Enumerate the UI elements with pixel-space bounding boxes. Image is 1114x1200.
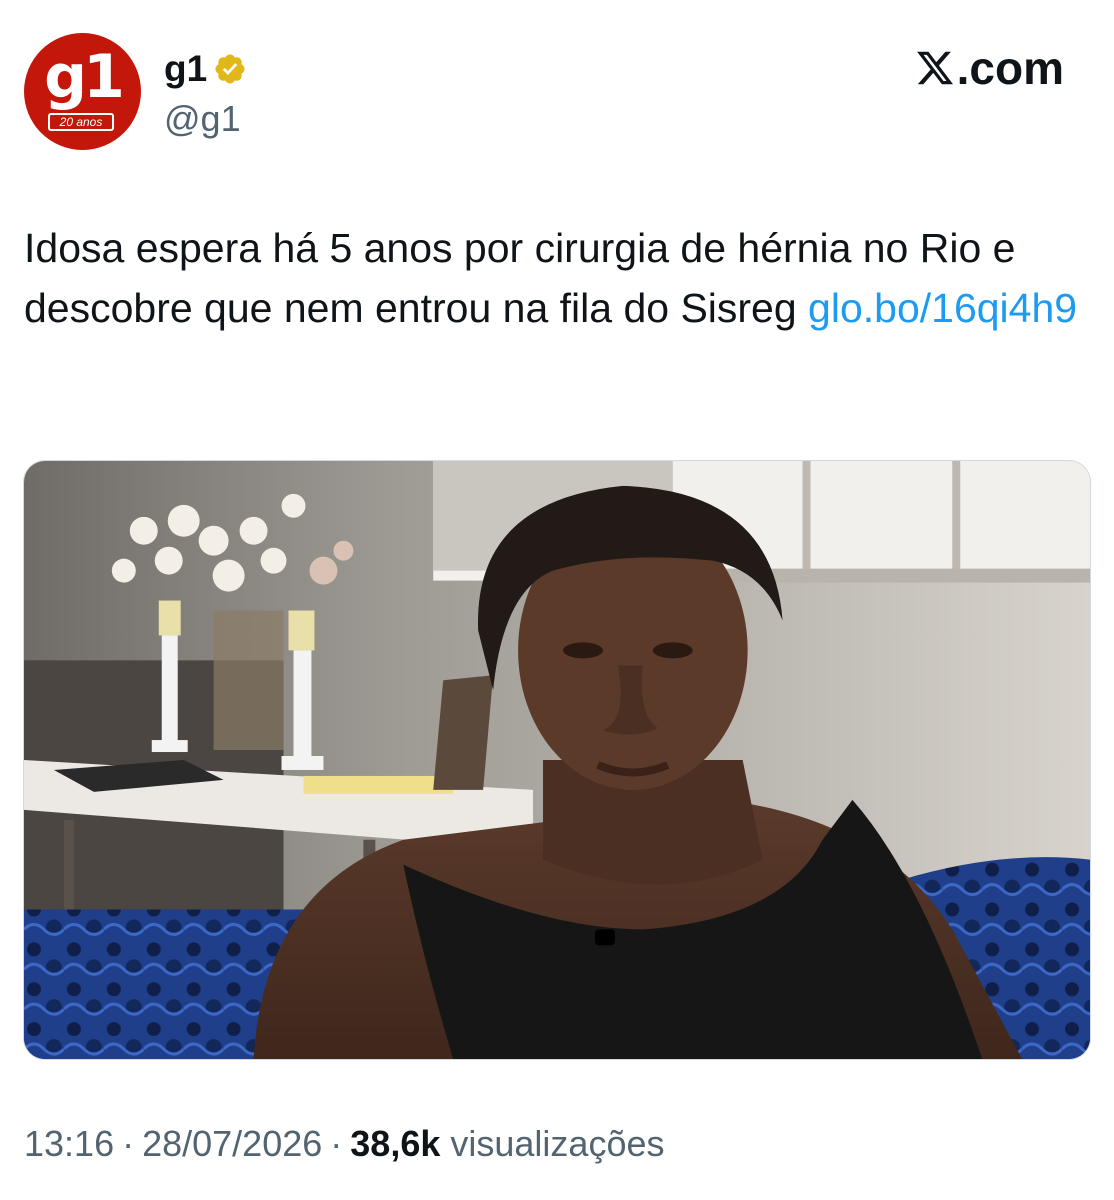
verified-badge-icon[interactable] bbox=[213, 52, 247, 86]
tweet-date[interactable]: 28/07/2026 bbox=[142, 1123, 322, 1164]
photo-image bbox=[24, 461, 1090, 1059]
g1-logo: g1 bbox=[44, 42, 125, 112]
meta-separator: · bbox=[122, 1123, 135, 1164]
author-avatar[interactable]: g1 20 anos bbox=[24, 33, 141, 150]
tweet-link[interactable]: glo.bo/16qi4h9 bbox=[808, 285, 1077, 331]
tweet-photo[interactable] bbox=[23, 460, 1091, 1060]
author-name-row: g1 bbox=[164, 44, 247, 94]
meta-separator: · bbox=[330, 1123, 343, 1164]
author-display-name[interactable]: g1 bbox=[164, 44, 207, 94]
brand-domain-label: .com bbox=[956, 42, 1064, 94]
tweet-meta: 13:16 · 28/07/2026 · 38,6k visualizações bbox=[24, 1118, 665, 1170]
x-logo-icon bbox=[916, 51, 953, 85]
tweet-time[interactable]: 13:16 bbox=[24, 1123, 114, 1164]
tweet-text: Idosa espera há 5 anos por cirurgia de h… bbox=[24, 218, 1086, 338]
views-label: visualizações bbox=[450, 1123, 665, 1164]
author-handle[interactable]: @g1 bbox=[164, 94, 241, 144]
views-count[interactable]: 38,6k bbox=[350, 1123, 440, 1164]
x-com-brand[interactable]: .com bbox=[915, 40, 1064, 96]
anniversary-badge: 20 anos bbox=[48, 113, 114, 131]
